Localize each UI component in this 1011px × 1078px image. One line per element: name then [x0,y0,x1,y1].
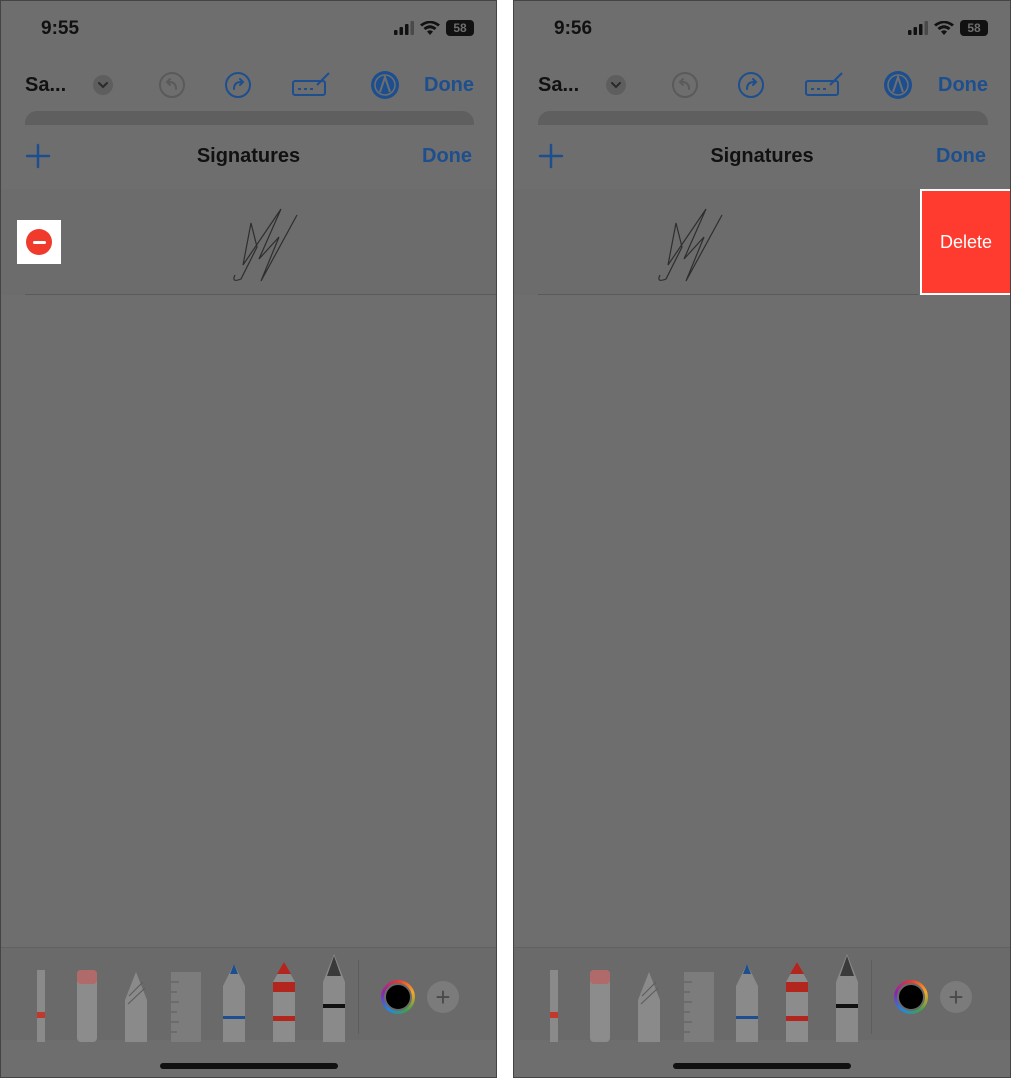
undo-icon[interactable] [157,63,187,107]
add-tool-icon[interactable]: + [940,981,972,1013]
eraser-tool[interactable] [590,970,610,1042]
chevron-down-icon[interactable] [91,63,115,107]
done-button[interactable]: Done [424,63,474,107]
home-indicator [673,1063,851,1069]
color-picker-icon[interactable] [894,980,928,1014]
wifi-icon [934,20,954,35]
markup-toolbar: Sa... Done [1,63,496,107]
markup-pen-icon[interactable] [369,63,401,107]
battery-icon: 58 [960,20,988,36]
cellular-signal-icon [908,21,928,35]
status-bar: 9:56 58 [514,1,1010,61]
signatures-header: Signatures Done [1,131,496,183]
status-time: 9:55 [41,18,80,39]
tool-picker: + [514,947,1010,1042]
marker-tool[interactable] [786,962,808,1042]
redo-icon[interactable] [223,63,253,107]
sheet-handle [25,111,474,125]
sheet-done-button[interactable]: Done [936,145,986,168]
status-time: 9:56 [554,18,593,39]
chevron-down-icon[interactable] [604,63,628,107]
markup-pen-icon[interactable] [882,63,914,107]
document-title[interactable]: Sa... [538,63,579,107]
home-indicator [160,1063,338,1069]
undo-icon[interactable] [670,63,700,107]
markup-toolbar: Sa... Done [514,63,1010,107]
phone-screen-right: 9:56 58 Sa... Done Signatures Done Delet… [513,0,1011,1078]
fountain-pen-tool[interactable] [836,954,858,1042]
signature-preview [658,208,723,282]
pen-tool[interactable] [223,964,245,1042]
color-picker-icon[interactable] [381,980,415,1014]
eraser-tool[interactable] [77,970,97,1042]
minus-circle-icon [26,229,52,255]
add-tool-icon[interactable]: + [427,981,459,1013]
delete-toggle[interactable] [17,220,61,264]
pen-tool[interactable] [736,964,758,1042]
lasso-tool[interactable] [638,972,660,1042]
sheet-done-button[interactable]: Done [422,145,472,168]
signature-row[interactable] [1,189,496,295]
signature-row[interactable]: Delete [514,189,1010,295]
tool-picker: + [1,947,496,1042]
delete-button[interactable]: Delete [920,189,1010,295]
status-bar: 9:55 58 [1,1,496,61]
fountain-pen-tool[interactable] [323,954,345,1042]
phone-screen-left: 9:55 58 Sa... Done Signatures Done + [0,0,497,1078]
pencil-tool-partial[interactable] [37,970,45,1042]
tools-row [550,954,858,1042]
signature-icon[interactable] [291,63,331,107]
cellular-signal-icon [394,21,414,35]
document-title[interactable]: Sa... [25,63,66,107]
ruler-tool[interactable] [171,972,201,1042]
signature-preview [233,208,298,282]
signature-icon[interactable] [804,63,844,107]
marker-tool[interactable] [273,962,295,1042]
ruler-tool[interactable] [684,972,714,1042]
tools-row [37,954,345,1042]
done-button[interactable]: Done [938,63,988,107]
signatures-header: Signatures Done [514,131,1010,183]
battery-icon: 58 [446,20,474,36]
sheet-handle [538,111,988,125]
pencil-tool-partial[interactable] [550,970,558,1042]
redo-icon[interactable] [736,63,766,107]
wifi-icon [420,20,440,35]
lasso-tool[interactable] [125,972,147,1042]
